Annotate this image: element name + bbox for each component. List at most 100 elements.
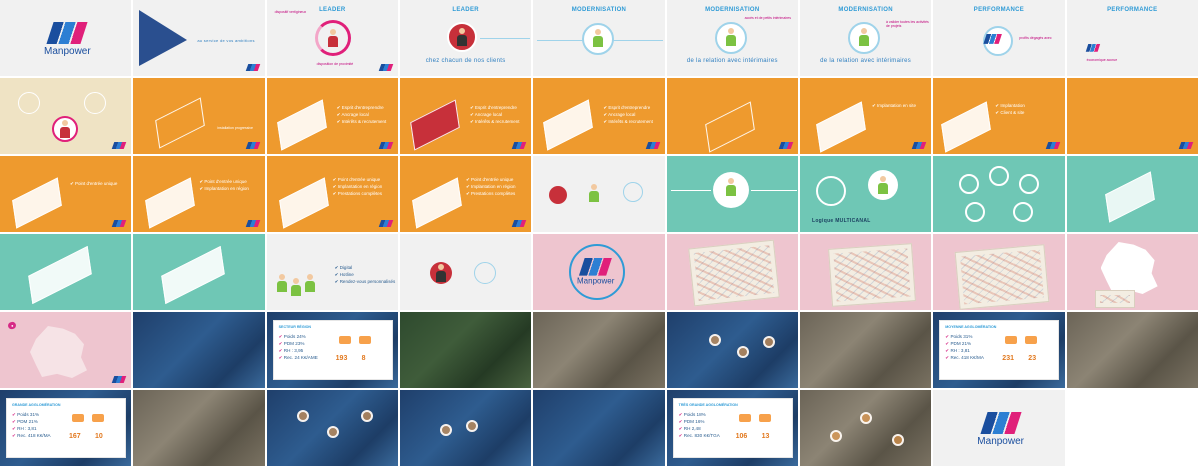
bullet-list: Point d'entrée unique Implantation en ré… — [199, 178, 249, 192]
frame-caption: de la relation avec intérimaires — [686, 58, 778, 64]
hotspot-marker-icon — [360, 410, 373, 422]
annotation: installation progressive — [217, 126, 253, 130]
frame-r2c5-agency[interactable]: Esprit d'entreprendre Ancrage local Inté… — [533, 78, 667, 156]
frame-r3c9-building[interactable] — [1066, 156, 1200, 234]
frame-r2c8-site[interactable]: Implantation Client & site — [933, 78, 1067, 156]
frame-r1c4-leader[interactable]: LEADER chez chacun de nos clients — [399, 0, 534, 78]
phone-icon — [71, 413, 85, 423]
connector-line — [750, 190, 797, 191]
frame-r5c6-hotspots[interactable] — [666, 312, 800, 390]
manpower-wordmark: Manpower — [977, 436, 1024, 447]
floor-plan-icon — [704, 101, 755, 153]
bullet-item: Implantation en site — [872, 102, 916, 109]
frame-r3c7-multicanal[interactable]: Logique MULTICANAL — [799, 156, 934, 234]
frame-title: PERFORMANCE — [1107, 7, 1158, 13]
card-header: MOYENNE AGGLOMÉRATION — [945, 325, 997, 329]
frame-r2c7-site[interactable]: Implantation en site — [799, 78, 934, 156]
frame-r6c4-hotspots[interactable] — [399, 390, 534, 468]
frame-r6c2-city[interactable] — [133, 390, 267, 468]
frame-r6c3-hotspots[interactable] — [266, 390, 400, 468]
frame-r6c8-logo[interactable]: Manpower — [933, 390, 1067, 468]
frame-r6c7-hotspots[interactable] — [799, 390, 934, 468]
bullet-list: Implantation Client & site — [995, 102, 1025, 116]
manpower-small-logo-icon — [512, 142, 527, 149]
frame-r3c5-people-network[interactable] — [533, 156, 667, 234]
frame-r3c1-entry[interactable]: Point d'entrée unique — [0, 156, 134, 234]
frame-r1c7-modernisation[interactable]: MODERNISATION à valider toutes les activ… — [799, 0, 934, 78]
stat-value: 231 — [1002, 355, 1014, 362]
bullet-item: Point d'entrée unique — [333, 176, 383, 183]
frame-r5c9-city[interactable] — [1066, 312, 1200, 390]
phone-icon — [757, 413, 772, 423]
manpower-small-logo-icon — [112, 220, 127, 227]
site-building-icon — [941, 101, 992, 153]
frame-r4c6-map[interactable] — [666, 234, 800, 312]
frame-r5c7-city[interactable] — [799, 312, 934, 390]
manpower-small-logo-icon — [512, 220, 527, 227]
office-interior-icon — [161, 245, 226, 305]
manpower-small-logo-icon — [778, 142, 794, 149]
frame-r4c5-brand[interactable]: Manpower — [533, 234, 667, 312]
frame-r4c3-channels[interactable]: Digital Hotline Rendez-vous personnalisé… — [266, 234, 400, 312]
card-item: PDM 21% — [12, 418, 125, 425]
bullet-list: Implantation en site — [872, 102, 916, 109]
frame-r2c3-agency[interactable]: Esprit d'entreprendre Ancrage local Inté… — [266, 78, 400, 156]
frame-r4c4-link[interactable] — [399, 234, 534, 312]
frame-r4c9-france[interactable] — [1066, 234, 1200, 312]
bullet-item: Point d'entrée unique — [70, 180, 117, 187]
frame-r3c3-entry[interactable]: Point d'entrée unique Implantation en ré… — [266, 156, 400, 234]
bullet-item: Intérêts & recrutement — [470, 118, 520, 125]
frame-r5c8-agglomeration[interactable]: MOYENNE AGGLOMÉRATION Poids 31% PDM 21% … — [933, 312, 1067, 390]
frame-r6c1-agglomeration[interactable]: GRANDE AGGLOMÉRATION Poids 31% PDM 21% R… — [0, 390, 134, 468]
card-item: RH : 3,81 — [945, 347, 1058, 354]
frame-r5c3-sector[interactable]: SECTEUR RÉGION Poids 24% PDM 23% RH : 3,… — [266, 312, 400, 390]
frame-r4c7-map[interactable] — [799, 234, 934, 312]
frame-r3c6-multicanal[interactable] — [666, 156, 800, 234]
frame-r4c2-office[interactable] — [133, 234, 267, 312]
bullet-item: Implantation en région — [199, 185, 249, 192]
frame-r1c3-leader[interactable]: LEADER dispositif vertigineux dispositio… — [266, 0, 400, 78]
frame-r2c2-building[interactable]: installation progressive — [133, 78, 267, 156]
card-header: SECTEUR RÉGION — [278, 325, 312, 329]
annotation: à valider toutes les activités de projet… — [885, 20, 929, 28]
manpower-logo — [983, 34, 1003, 44]
frame-r2c9-orange[interactable] — [1066, 78, 1200, 156]
frame-caption: au service de vos ambitions — [197, 38, 255, 43]
frame-r2c6-empty-plan[interactable] — [666, 78, 800, 156]
phone-icon — [91, 413, 105, 423]
frame-r5c4-satellite[interactable] — [399, 312, 534, 390]
frame-r6c6-agglomeration[interactable]: TRÈS GRANDE AGGLOMÉRATION Poids 18% PDM … — [666, 390, 800, 468]
map-sheet — [828, 243, 916, 307]
frame-r5c5-city[interactable] — [533, 312, 667, 390]
bullet-item: Rendez-vous personnalisés — [335, 278, 396, 285]
agency-building-icon — [12, 177, 62, 229]
frame-r2c1-network[interactable] — [0, 78, 134, 156]
frame-r5c1-regions[interactable]: ● — [0, 312, 134, 390]
frame-r1c5-modernisation[interactable]: MODERNISATION — [533, 0, 667, 78]
stat-value: 8 — [361, 355, 366, 362]
frame-r1c6-modernisation[interactable]: MODERNISATION accès et de petits intérim… — [666, 0, 800, 78]
channel-circle-icon — [959, 174, 980, 194]
person-icon — [858, 28, 869, 46]
frame-r1c2-origami[interactable]: au service de vos ambitions — [133, 0, 267, 78]
frame-r4c1-office[interactable] — [0, 234, 134, 312]
manpower-wordmark: Manpower — [577, 277, 615, 286]
frame-r1c1-logo[interactable]: Manpower — [0, 0, 134, 78]
connector-line — [670, 190, 711, 191]
person-icon — [456, 28, 467, 46]
frame-r3c4-entry[interactable]: Point d'entrée unique Implantation en ré… — [399, 156, 534, 234]
frame-caption: chez chacun de nos clients — [425, 58, 506, 64]
frame-r3c8-channels[interactable] — [933, 156, 1067, 234]
manpower-small-logo-icon — [378, 64, 394, 71]
frame-r6c5-satellite[interactable] — [533, 390, 667, 468]
frame-r5c2-satellite[interactable] — [133, 312, 267, 390]
manpower-small-logo-icon — [912, 142, 927, 149]
frame-r1c8-performance[interactable]: PERFORMANCE profits dégagés avec — [933, 0, 1067, 78]
frame-r2c4-agency[interactable]: Esprit d'entreprendre Ancrage local Inté… — [399, 78, 534, 156]
hotspot-marker-icon — [326, 426, 339, 438]
manpower-small-logo-icon — [245, 142, 260, 149]
frame-r1c9-performance[interactable]: PERFORMANCE économique accrue — [1066, 0, 1200, 78]
frame-r4c8-map[interactable] — [933, 234, 1067, 312]
frame-r3c2-entry[interactable]: Point d'entrée unique Implantation en ré… — [133, 156, 267, 234]
manpower-wordmark: Manpower — [44, 46, 91, 57]
